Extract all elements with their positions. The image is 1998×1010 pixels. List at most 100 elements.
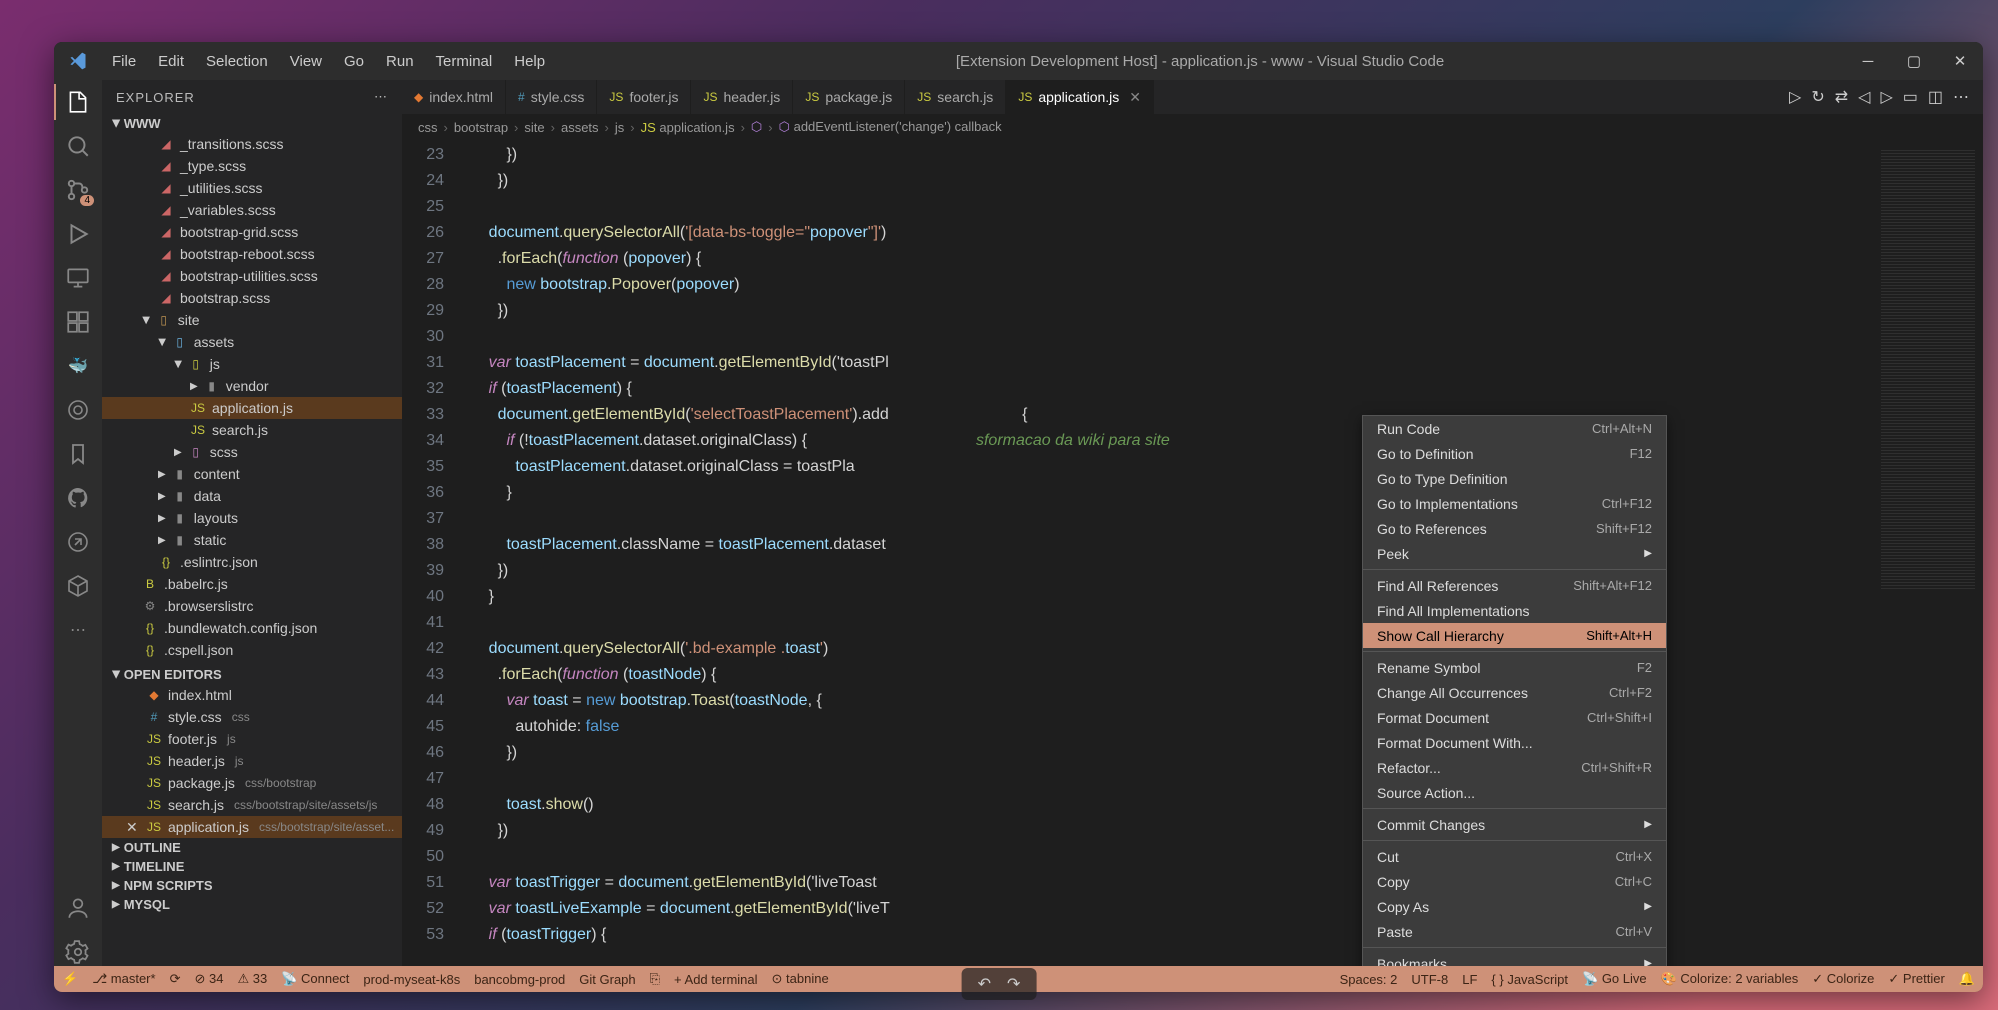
menu-selection[interactable]: Selection (196, 49, 278, 74)
minimap[interactable] (1873, 140, 1983, 966)
menu-edit[interactable]: Edit (148, 49, 194, 74)
package-icon[interactable] (64, 572, 92, 600)
tree-item[interactable]: ◢_utilities.scss (102, 177, 402, 199)
status-item[interactable]: Git Graph (579, 972, 635, 987)
context-menu-item[interactable]: CutCtrl+X (1363, 844, 1666, 869)
open-editor-item[interactable]: #style.csscss (102, 706, 402, 728)
tree-item[interactable]: ◢bootstrap.scss (102, 287, 402, 309)
compare-icon[interactable]: ⇄ (1835, 87, 1848, 107)
panel-header[interactable]: ▶MYSQL (102, 895, 402, 914)
split-icon[interactable]: ◫ (1928, 87, 1943, 107)
tree-item[interactable]: ◢_type.scss (102, 155, 402, 177)
context-menu-item[interactable]: Format Document With... (1363, 730, 1666, 755)
explorer-icon[interactable] (64, 88, 92, 116)
status-item[interactable]: ⟳ (170, 971, 181, 987)
open-editor-item[interactable]: ◆index.html (102, 684, 402, 706)
breadcrumb-segment[interactable]: ⬡ addEventListener('change') callback (779, 119, 1002, 135)
tree-item[interactable]: JSapplication.js (102, 397, 402, 419)
editor-tab[interactable]: JSfooter.js (597, 80, 691, 114)
run-debug-icon[interactable] (64, 220, 92, 248)
panel-header[interactable]: ▶OUTLINE (102, 838, 402, 857)
menu-help[interactable]: Help (504, 49, 555, 74)
close-button[interactable]: ✕ (1937, 42, 1983, 80)
tree-item[interactable]: {}.bundlewatch.config.json (102, 617, 402, 639)
bookmark-icon[interactable] (64, 440, 92, 468)
tree-item[interactable]: ◢bootstrap-utilities.scss (102, 265, 402, 287)
tree-item[interactable]: ▶▯assets (102, 331, 402, 353)
open-editor-item[interactable]: JSpackage.jscss/bootstrap (102, 772, 402, 794)
tree-item[interactable]: {}.eslintrc.json (102, 551, 402, 573)
search-icon[interactable] (64, 132, 92, 160)
context-menu-item[interactable]: Change All OccurrencesCtrl+F2 (1363, 680, 1666, 705)
tree-item[interactable]: JSsearch.js (102, 419, 402, 441)
open-editors-header[interactable]: ▶OPEN EDITORS (102, 665, 402, 684)
panel-header[interactable]: ▶TIMELINE (102, 857, 402, 876)
status-item[interactable]: 🔔 (1959, 971, 1975, 987)
tree-item[interactable]: ▶▮static (102, 529, 402, 551)
tree-item[interactable]: ◢_transitions.scss (102, 133, 402, 155)
context-menu-item[interactable]: Go to Type Definition (1363, 466, 1666, 491)
nav-back-icon[interactable]: ◁ (1858, 87, 1870, 107)
tree-item[interactable]: B.babelrc.js (102, 573, 402, 595)
tree-item[interactable]: ▶▮content (102, 463, 402, 485)
sidebar-more-icon[interactable]: ⋯ (374, 89, 388, 105)
menu-terminal[interactable]: Terminal (426, 49, 503, 74)
more-actions-icon[interactable]: ⋯ (1953, 87, 1969, 107)
breadcrumb-segment[interactable]: site (524, 120, 544, 135)
editor-tab[interactable]: ◆index.html (402, 80, 506, 114)
run-icon[interactable]: ▷ (1789, 87, 1801, 107)
status-item[interactable]: ⚡ (62, 971, 78, 987)
tree-item[interactable]: ▶▯scss (102, 441, 402, 463)
editor-tab[interactable]: #style.css (506, 80, 597, 114)
breadcrumb-segment[interactable]: css (418, 120, 438, 135)
context-menu-item[interactable]: Go to ReferencesShift+F12 (1363, 516, 1666, 541)
more-icon[interactable]: ⋯ (64, 616, 92, 644)
context-menu-item[interactable]: PasteCtrl+V (1363, 919, 1666, 944)
extensions-icon[interactable] (64, 308, 92, 336)
status-item[interactable]: ⚠ 33 (237, 971, 267, 987)
open-editor-item[interactable]: JSfooter.jsjs (102, 728, 402, 750)
context-menu-item[interactable]: Rename SymbolF2 (1363, 655, 1666, 680)
context-menu-item[interactable]: Copy As▶ (1363, 894, 1666, 919)
context-menu-item[interactable]: Run CodeCtrl+Alt+N (1363, 416, 1666, 441)
editor-tab[interactable]: JSheader.js (691, 80, 793, 114)
menu-run[interactable]: Run (376, 49, 424, 74)
breadcrumb-segment[interactable]: bootstrap (454, 120, 508, 135)
status-item[interactable]: { } JavaScript (1491, 972, 1568, 987)
status-item[interactable]: + Add terminal (674, 972, 757, 987)
status-item[interactable]: prod-myseat-k8s (363, 972, 460, 987)
panel-header[interactable]: ▶NPM SCRIPTS (102, 876, 402, 895)
code-editor[interactable]: 2324252627282930313233343536373839404142… (402, 140, 1983, 966)
breadcrumb[interactable]: css›bootstrap›site›assets›js›JS applicat… (402, 114, 1983, 140)
tree-item[interactable]: ▶▯js (102, 353, 402, 375)
minimize-button[interactable]: ─ (1845, 42, 1891, 80)
status-item[interactable]: ✓ Colorize (1812, 971, 1874, 987)
breadcrumb-segment[interactable]: ⬡ (751, 119, 762, 135)
open-editor-item[interactable]: JSsearch.jscss/bootstrap/site/assets/js (102, 794, 402, 816)
context-menu-item[interactable]: Bookmarks▶ (1363, 951, 1666, 966)
breadcrumb-segment[interactable]: JS application.js (641, 120, 735, 135)
target-icon[interactable] (64, 396, 92, 424)
menu-file[interactable]: File (102, 49, 146, 74)
status-item[interactable]: 📡 Go Live (1582, 971, 1647, 987)
debug-restart-icon[interactable]: ↻ (1811, 87, 1824, 107)
editor-tab[interactable]: JSpackage.js (793, 80, 905, 114)
editor-tab[interactable]: JSapplication.js✕ (1006, 80, 1154, 114)
tree-item[interactable]: {}.cspell.json (102, 639, 402, 661)
editor-tab[interactable]: JSsearch.js (905, 80, 1006, 114)
status-item[interactable]: UTF-8 (1411, 972, 1448, 987)
context-menu-item[interactable]: Format DocumentCtrl+Shift+I (1363, 705, 1666, 730)
nav-fwd-icon[interactable]: ▷ (1880, 87, 1892, 107)
tree-item[interactable]: ◢bootstrap-grid.scss (102, 221, 402, 243)
settings-icon[interactable] (64, 938, 92, 966)
status-item[interactable]: ⊘ 34 (194, 971, 223, 987)
open-editor-item[interactable]: JSheader.jsjs (102, 750, 402, 772)
tree-item[interactable]: ▶▮vendor (102, 375, 402, 397)
maximize-button[interactable]: ▢ (1891, 42, 1937, 80)
context-menu-item[interactable]: Refactor...Ctrl+Shift+R (1363, 755, 1666, 780)
context-menu-item[interactable]: Find All Implementations (1363, 598, 1666, 623)
status-item[interactable]: 📡 Connect (281, 971, 349, 987)
account-icon[interactable] (64, 894, 92, 922)
context-menu-item[interactable]: Commit Changes▶ (1363, 812, 1666, 837)
tree-item[interactable]: ⚙.browserslistrc (102, 595, 402, 617)
